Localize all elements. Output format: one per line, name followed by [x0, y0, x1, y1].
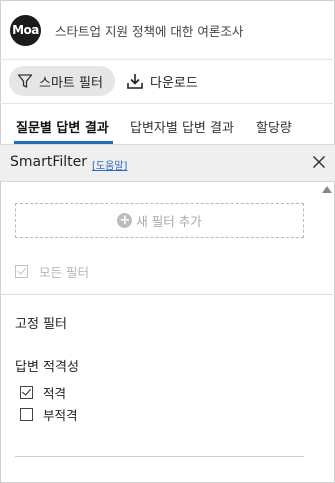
moa-logo: Moa [10, 15, 41, 46]
smart-filter-title: SmartFilter [10, 154, 88, 170]
all-filters-label: 모든 필터 [39, 265, 89, 280]
section-divider [0, 294, 335, 295]
download-icon [127, 74, 143, 89]
eligible-label: 적격 [43, 386, 67, 401]
smart-filter-button[interactable]: 스마트 필터 [9, 66, 115, 96]
option-eligible[interactable]: 적격 [20, 383, 66, 402]
close-icon[interactable] [311, 154, 327, 170]
add-filter-label: 새 필터 추가 [136, 214, 202, 229]
toolbar: 스마트 필터 다운로드 [0, 59, 335, 103]
plus-circle-icon: + [117, 213, 133, 228]
download-button[interactable]: 다운로드 [126, 66, 198, 96]
download-label: 다운로드 [150, 75, 198, 91]
smart-filter-header: SmartFilter [도움말] [0, 144, 335, 182]
tab-respondent-results[interactable]: 답변자별 답변 결과 [130, 117, 234, 136]
app-header: Moa 스타트업 지원 정책에 대한 여론조사 [0, 0, 335, 58]
all-filters-checkbox[interactable] [15, 265, 28, 278]
ineligible-checkbox[interactable] [20, 408, 33, 421]
option-ineligible[interactable]: 부적격 [20, 405, 78, 424]
smart-filter-label: 스마트 필터 [39, 75, 103, 91]
eligibility-group-title: 답변 적격성 [15, 360, 79, 375]
scroll-up-arrow[interactable] [322, 186, 332, 193]
survey-title: 스타트업 지원 정책에 대한 여론조사 [55, 24, 244, 39]
result-tabs: 질문별 답변 결과 답변자별 답변 결과 할당량 [0, 103, 335, 144]
eligible-checkbox[interactable] [20, 386, 33, 399]
fixed-filters-title: 고정 필터 [15, 317, 67, 332]
funnel-icon [17, 74, 33, 88]
tab-quota[interactable]: 할당량 [256, 117, 292, 136]
all-filters-toggle[interactable]: 모든 필터 [15, 262, 89, 281]
group-divider [15, 456, 304, 457]
tab-question-results[interactable]: 질문별 답변 결과 [16, 117, 109, 136]
help-link[interactable]: [도움말] [92, 157, 127, 172]
add-filter-button[interactable]: + 새 필터 추가 [15, 203, 304, 238]
ineligible-label: 부적격 [43, 408, 78, 423]
